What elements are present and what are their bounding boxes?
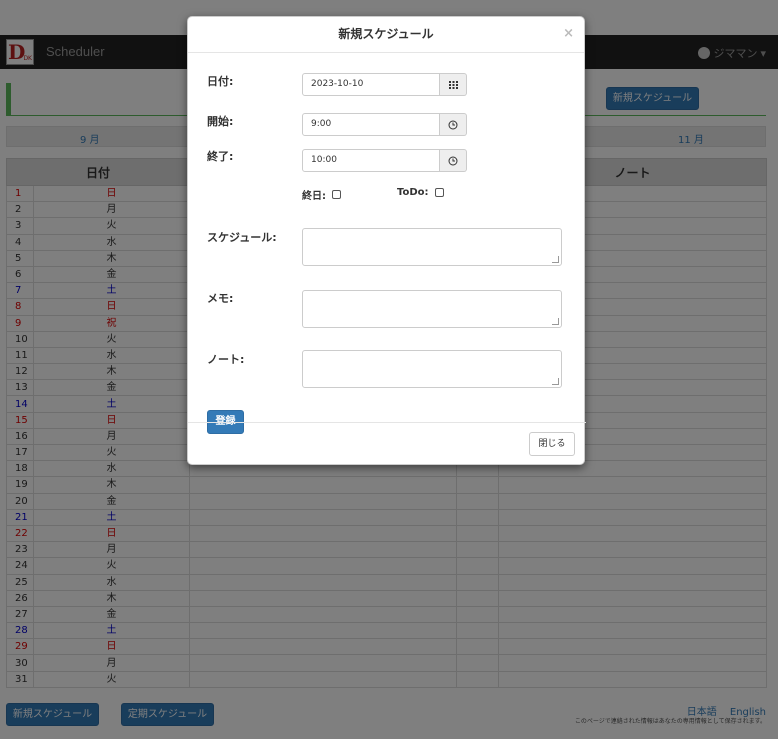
schedule-textarea[interactable] [302, 228, 562, 266]
schedule-label: スケジュール: [207, 231, 277, 244]
start-time-input[interactable]: 9:00 [302, 113, 440, 136]
clock-icon[interactable] [440, 113, 467, 136]
start-input-group: 9:00 [302, 113, 467, 136]
allday-label: 終日: [302, 191, 326, 202]
date-input-group: 2023-10-10 [302, 73, 467, 96]
date-input[interactable]: 2023-10-10 [302, 73, 440, 96]
end-label: 終了: [207, 150, 234, 163]
allday-option: 終日: [302, 187, 341, 202]
start-label: 開始: [207, 115, 234, 128]
todo-label: ToDo: [397, 187, 429, 198]
note-label: ノート: [207, 353, 245, 366]
modal-footer-divider [188, 422, 586, 423]
close-button[interactable]: 閉じる [529, 432, 575, 456]
close-icon[interactable]: × [563, 17, 574, 51]
new-schedule-modal: 新規スケジュール × 日付: 2023-10-10 開始: 9:00 終了: 1… [187, 16, 586, 465]
memo-label: メモ: [207, 292, 234, 305]
todo-option: ToDo: [397, 187, 444, 198]
end-input-group: 10:00 [302, 149, 467, 172]
allday-checkbox[interactable] [332, 190, 341, 199]
clock-icon[interactable] [440, 149, 467, 172]
todo-checkbox[interactable] [434, 188, 444, 197]
calendar-icon[interactable] [440, 73, 467, 96]
end-time-input[interactable]: 10:00 [302, 149, 440, 172]
modal-header: 新規スケジュール × [188, 17, 584, 53]
note-textarea[interactable] [302, 350, 562, 388]
modal-title: 新規スケジュール [338, 27, 434, 41]
date-label: 日付: [207, 75, 234, 88]
memo-textarea[interactable] [302, 290, 562, 328]
